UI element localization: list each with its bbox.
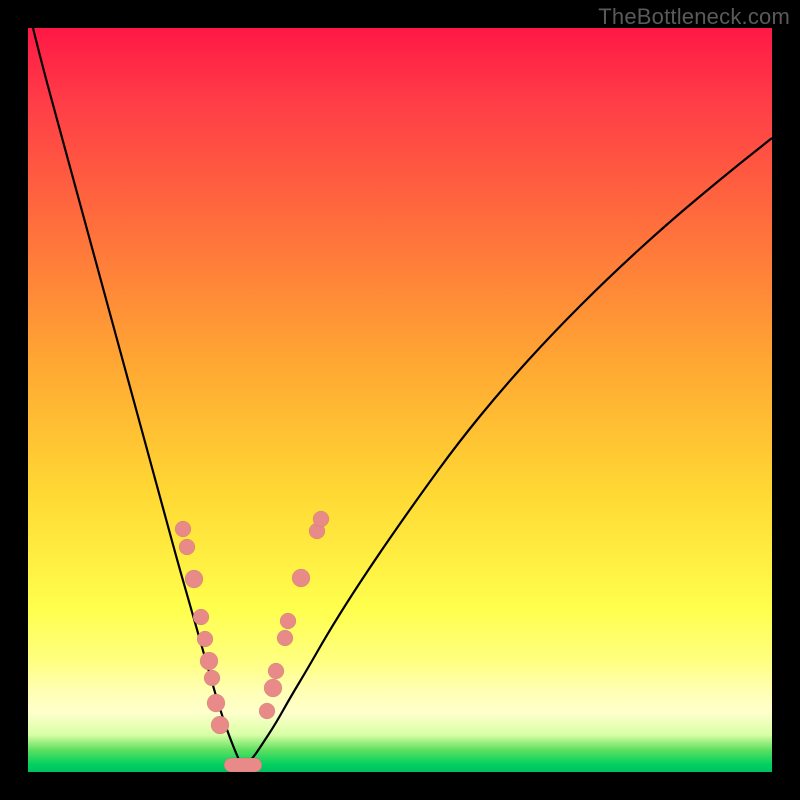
left-branch-points bbox=[175, 521, 229, 734]
data-point bbox=[277, 630, 293, 646]
data-point bbox=[200, 652, 218, 670]
data-point bbox=[211, 716, 229, 734]
data-point bbox=[313, 511, 329, 527]
right-branch-curve bbox=[243, 138, 772, 768]
chart-frame: TheBottleneck.com bbox=[0, 0, 800, 800]
data-point bbox=[292, 569, 310, 587]
data-point bbox=[264, 679, 282, 697]
data-point bbox=[179, 539, 195, 555]
data-point bbox=[197, 631, 213, 647]
data-point bbox=[175, 521, 191, 537]
data-point bbox=[185, 570, 203, 588]
chart-svg bbox=[28, 28, 772, 772]
data-point bbox=[280, 613, 296, 629]
minimum-cluster bbox=[224, 758, 262, 772]
watermark-text: TheBottleneck.com bbox=[598, 4, 790, 30]
data-point bbox=[207, 694, 225, 712]
data-point bbox=[259, 703, 275, 719]
data-point bbox=[268, 663, 284, 679]
right-branch-points bbox=[259, 511, 329, 719]
data-point bbox=[204, 670, 220, 686]
data-point bbox=[193, 609, 209, 625]
plot-area bbox=[28, 28, 772, 772]
